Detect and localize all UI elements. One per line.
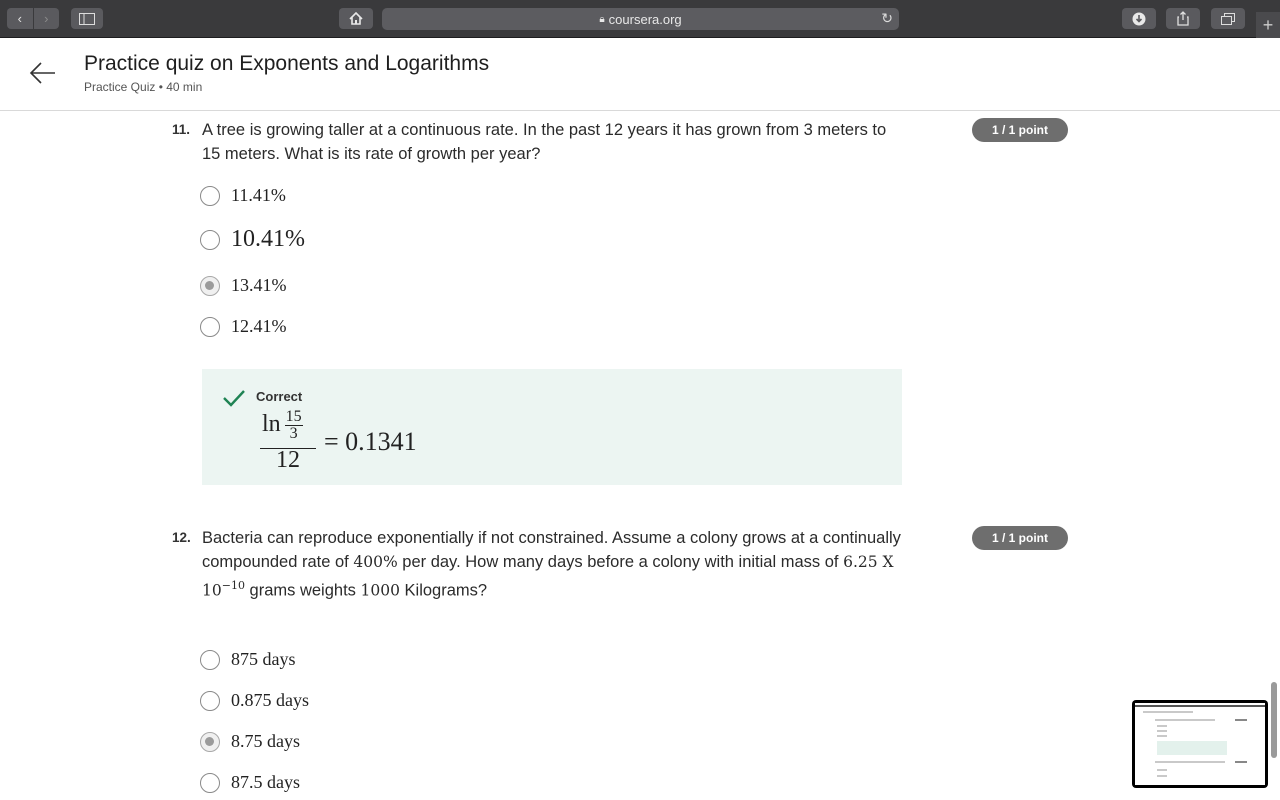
thumb-line	[1157, 735, 1167, 737]
option-label: 87.5 days	[231, 772, 300, 792]
feedback-status: Correct	[256, 389, 303, 404]
question-text-part: grams weights	[244, 581, 361, 600]
thumb-line	[1143, 711, 1193, 713]
question-number: 11.	[172, 122, 191, 137]
question-math: 400%	[353, 553, 398, 571]
answer-option[interactable]: 13.41%	[200, 275, 287, 296]
page-title: Practice quiz on Exponents and Logarithm…	[84, 52, 490, 75]
question-number: 12.	[172, 530, 191, 545]
points-badge: 1 / 1 point	[972, 526, 1068, 550]
formula-denominator: 12	[276, 447, 300, 473]
inner-numerator: 15	[284, 408, 303, 426]
question-text: Bacteria can reproduce exponentially if …	[202, 526, 902, 603]
back-arrow-icon[interactable]: ‹	[7, 8, 33, 29]
home-icon[interactable]	[339, 8, 373, 29]
answer-option[interactable]: 10.41%	[200, 226, 305, 253]
thumb-line	[1135, 705, 1265, 707]
question-text: A tree is growing taller at a continuous…	[202, 121, 887, 163]
question-text-part: Kilograms?	[399, 581, 488, 600]
thumb-feedback	[1157, 741, 1227, 755]
option-label: 12.41%	[231, 316, 287, 336]
answer-option[interactable]: 11.41%	[200, 185, 286, 206]
address-bar[interactable]: 🔒︎ coursera.org ↻	[382, 8, 899, 30]
inner-fraction: 15 3	[284, 408, 303, 442]
page-header: Practice quiz on Exponents and Logarithm…	[0, 38, 1280, 111]
feedback-box: Correct ln 15 3 12 = 0.1341	[202, 369, 902, 485]
lock-icon: 🔒︎	[599, 13, 605, 25]
screenshot-thumbnail[interactable]	[1132, 700, 1268, 788]
answer-option[interactable]: 875 days	[200, 649, 296, 670]
option-label: 0.875 days	[231, 690, 309, 710]
history-nav: ‹ ›	[7, 8, 59, 29]
page-scrollbar[interactable]	[1271, 682, 1277, 758]
question-text-part: per day. How many days before a colony w…	[397, 553, 844, 571]
option-label: 8.75 days	[231, 731, 300, 751]
radio-button-selected[interactable]	[200, 731, 220, 752]
download-icon[interactable]	[1122, 8, 1156, 29]
checkmark-icon	[223, 390, 245, 407]
answer-option[interactable]: 87.5 days	[200, 772, 300, 793]
sidebar-icon[interactable]	[71, 8, 103, 29]
option-label: 10.41%	[231, 226, 305, 252]
formula-result: = 0.1341	[324, 427, 417, 456]
radio-button[interactable]	[200, 229, 220, 250]
back-arrow-icon[interactable]	[28, 58, 58, 88]
reload-icon[interactable]: ↻	[881, 10, 893, 27]
page-subtitle: Practice Quiz • 40 min	[84, 80, 203, 94]
thumbnail-preview	[1135, 703, 1265, 785]
option-label: 875 days	[231, 649, 296, 669]
radio-button[interactable]	[200, 316, 220, 337]
points-badge: 1 / 1 point	[972, 118, 1068, 142]
radio-button[interactable]	[200, 690, 220, 711]
thumb-line	[1235, 761, 1247, 763]
thumb-line	[1157, 775, 1167, 777]
radio-button-selected[interactable]	[200, 275, 220, 296]
tabs-icon[interactable]	[1211, 8, 1245, 29]
thumb-line	[1157, 769, 1167, 771]
question-math: 1000	[360, 581, 400, 600]
option-label: 11.41%	[231, 185, 286, 205]
formula-fn: ln	[262, 411, 281, 438]
answer-option[interactable]: 0.875 days	[200, 690, 309, 711]
thumb-line	[1157, 725, 1167, 727]
radio-button[interactable]	[200, 185, 220, 206]
radio-button[interactable]	[200, 772, 220, 793]
thumb-line	[1155, 761, 1225, 763]
browser-toolbar: ‹ › 🔒︎ coursera.org ↻ +	[0, 0, 1280, 38]
answer-option[interactable]: 12.41%	[200, 316, 287, 337]
url-text: coursera.org	[608, 11, 682, 27]
answer-option[interactable]: 8.75 days	[200, 731, 300, 752]
new-tab-icon[interactable]: +	[1256, 12, 1280, 38]
thumb-line	[1157, 730, 1167, 732]
option-label: 13.41%	[231, 275, 287, 295]
share-icon[interactable]	[1166, 8, 1200, 29]
thumb-line	[1155, 719, 1215, 721]
thumb-line	[1235, 719, 1247, 721]
forward-arrow-icon[interactable]: ›	[32, 8, 60, 29]
radio-button[interactable]	[200, 649, 220, 670]
inner-denominator: 3	[289, 425, 298, 442]
question-exponent: −10	[221, 579, 245, 592]
formula-numerator: ln 15 3	[262, 409, 303, 442]
